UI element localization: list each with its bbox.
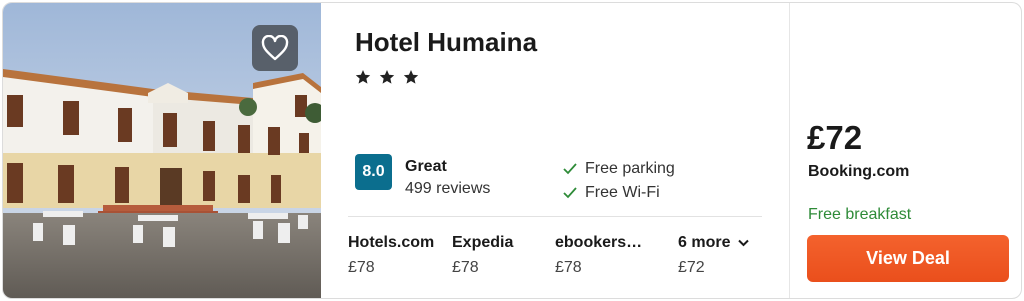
check-icon	[563, 187, 577, 199]
star-icon	[403, 70, 419, 84]
view-deal-button[interactable]: View Deal	[807, 235, 1009, 282]
amenity-parking: Free parking	[563, 160, 675, 178]
hotel-card[interactable]: Hotel Humaina 8.0 Great 499 reviews Free…	[2, 2, 1022, 299]
provider-expedia[interactable]: Expedia £78	[452, 234, 513, 277]
hotel-name[interactable]: Hotel Humaina	[355, 27, 537, 58]
more-providers-text: 6 more	[678, 234, 731, 251]
hotel-info: Hotel Humaina 8.0 Great 499 reviews Free…	[321, 3, 789, 298]
star-icon	[379, 70, 395, 84]
hotel-photo[interactable]	[3, 3, 321, 298]
deal-perk: Free breakfast	[808, 206, 912, 223]
deal-site: Booking.com	[808, 163, 910, 180]
amenity-wifi: Free Wi-Fi	[563, 184, 660, 202]
rating-label: Great	[405, 158, 447, 175]
provider-price: £78	[348, 259, 375, 276]
more-providers-label: 6 more	[678, 234, 750, 252]
amenity-label: Free Wi-Fi	[585, 184, 660, 201]
provider-price: £78	[452, 259, 479, 276]
provider-name: Expedia	[452, 234, 514, 251]
provider-hotels-com[interactable]: Hotels.com £78	[348, 234, 434, 277]
star-icon	[355, 70, 371, 84]
provider-price: £78	[555, 259, 582, 276]
favorite-button[interactable]	[252, 25, 298, 71]
provider-name: Hotels.com	[348, 234, 435, 251]
deal-panel: £72 Booking.com Free breakfast View Deal	[790, 3, 1021, 298]
deal-price[interactable]: £72	[807, 119, 862, 157]
provider-name: ebookers…	[555, 234, 643, 251]
provider-price: £72	[678, 259, 705, 276]
chevron-down-icon	[738, 239, 750, 247]
heart-outline-icon	[261, 35, 289, 61]
amenity-label: Free parking	[585, 160, 675, 177]
review-count[interactable]: 499 reviews	[405, 180, 490, 198]
check-icon	[563, 163, 577, 175]
star-rating	[355, 69, 419, 85]
divider	[348, 216, 762, 217]
more-providers-button[interactable]: 6 more £72	[678, 234, 750, 277]
rating-score-badge: 8.0	[355, 154, 392, 190]
provider-ebookers[interactable]: ebookers… £78	[555, 234, 642, 277]
